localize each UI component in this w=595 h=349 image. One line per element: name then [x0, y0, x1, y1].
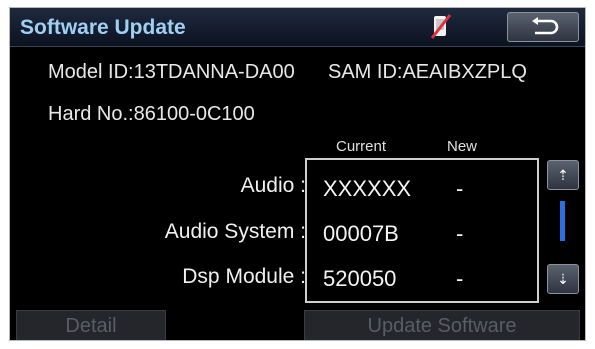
back-arrow-icon — [532, 17, 559, 35]
model-id: Model ID:13TDANNA-DA00 — [48, 61, 295, 83]
new-version-audio-system: - — [456, 221, 464, 246]
page-title: Software Update — [20, 16, 186, 39]
update-software-button[interactable]: Update Software — [304, 310, 580, 340]
column-header-current: Current — [336, 138, 387, 155]
title-bar: Software Update — [10, 8, 585, 47]
detail-button[interactable]: Detail — [16, 310, 166, 340]
column-header-new: New — [447, 138, 478, 155]
software-update-screen: Software Update Model ID:13TDANNA-DA00 S… — [9, 7, 586, 341]
scroll-position-indicator[interactable] — [560, 201, 565, 241]
current-version-dsp-module: 520050 — [323, 266, 397, 291]
scroll-up-icon: ⇡ — [557, 167, 569, 183]
row-label-audio-system: Audio System : — [164, 220, 306, 243]
row-label-audio: Audio : — [240, 174, 306, 197]
scroll-up-button[interactable]: ⇡ — [547, 160, 579, 190]
new-version-audio: - — [456, 176, 464, 201]
current-version-audio-system: 00007B — [323, 221, 399, 246]
scroll-down-icon: ⇣ — [557, 271, 569, 287]
new-version-dsp-module: - — [456, 266, 464, 291]
version-list-panel: XXXXXX - 00007B - 520050 - — [305, 158, 539, 303]
back-button[interactable] — [507, 12, 579, 42]
scroll-down-button[interactable]: ⇣ — [547, 264, 579, 294]
sam-id: SAM ID:AEAIBXZPLQ — [328, 61, 527, 83]
current-version-audio: XXXXXX — [323, 176, 412, 201]
phone-disconnected-icon — [430, 14, 452, 40]
hard-number: Hard No.:86100-0C100 — [48, 103, 255, 125]
row-label-dsp-module: Dsp Module : — [182, 265, 306, 288]
